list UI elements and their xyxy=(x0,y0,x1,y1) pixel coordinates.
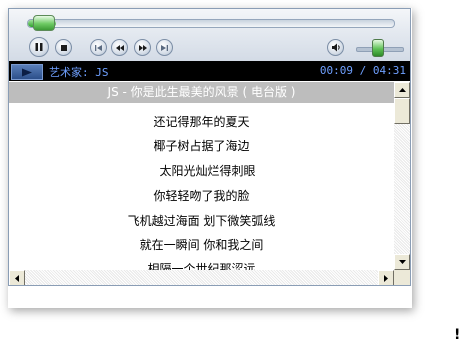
next-button[interactable] xyxy=(156,39,173,56)
arrow-left-icon xyxy=(15,274,19,282)
lyric-line: 相隔一个世纪那涩远 xyxy=(147,262,256,270)
lyric-line: 椰子树占据了海边 xyxy=(153,139,250,153)
lyric-line: 太阳光灿烂得刺眼 xyxy=(159,164,256,178)
fast-forward-icon xyxy=(138,44,147,51)
seek-thumb[interactable] xyxy=(33,15,55,31)
arrow-down-icon xyxy=(398,260,406,264)
play-arrow-icon xyxy=(22,68,32,76)
scroll-up-button[interactable] xyxy=(394,82,410,98)
arrow-up-icon xyxy=(398,88,406,92)
lyric-line: 飞机越过海面 划下微笑弧线 xyxy=(127,214,276,228)
seek-bar[interactable] xyxy=(27,19,395,28)
exclamation-mark: ! xyxy=(454,327,460,343)
pause-icon xyxy=(35,43,43,51)
control-panel xyxy=(9,9,410,62)
scrollbar-corner xyxy=(394,270,410,285)
speaker-icon xyxy=(331,43,340,52)
stop-button[interactable] xyxy=(55,39,72,56)
lyric-line: 就在一瞬间 你和我之间 xyxy=(139,238,264,252)
previous-button[interactable] xyxy=(90,39,107,56)
vertical-scroll-thumb[interactable] xyxy=(394,98,410,124)
scroll-down-button[interactable] xyxy=(394,254,410,270)
mute-button[interactable] xyxy=(327,39,344,56)
lyric-line: 你轻轻吻了我的脸 xyxy=(153,189,250,203)
song-title-bar: JS - 你是此生最美的风景 ( 电台版 ) xyxy=(9,82,394,103)
show-playlist-button[interactable] xyxy=(11,64,43,80)
now-playing-bar: 艺术家: JS 00:09 / 04:31 xyxy=(9,61,410,81)
next-icon xyxy=(161,44,168,51)
artist-label: 艺术家: JS xyxy=(49,66,109,79)
media-player: 艺术家: JS 00:09 / 04:31 JS - 你是此生最美的风景 ( 电… xyxy=(8,8,411,286)
scroll-right-button[interactable] xyxy=(378,270,394,285)
rewind-button[interactable] xyxy=(111,39,128,56)
pause-button[interactable] xyxy=(29,37,49,57)
volume-thumb[interactable] xyxy=(372,39,384,57)
time-display: 00:09 / 04:31 xyxy=(319,64,406,77)
rewind-icon xyxy=(115,44,124,51)
lyrics-panel: JS - 你是此生最美的风景 ( 电台版 ) 还记得那年的夏天 椰子树占据了海边… xyxy=(9,82,394,270)
vertical-scrollbar[interactable] xyxy=(394,82,410,270)
fast-forward-button[interactable] xyxy=(134,39,151,56)
lyric-line: 还记得那年的夏天 xyxy=(153,115,250,129)
previous-icon xyxy=(95,44,102,51)
scroll-left-button[interactable] xyxy=(9,270,25,285)
horizontal-scrollbar[interactable] xyxy=(9,270,394,285)
arrow-right-icon xyxy=(384,274,388,282)
stop-icon xyxy=(60,44,67,51)
